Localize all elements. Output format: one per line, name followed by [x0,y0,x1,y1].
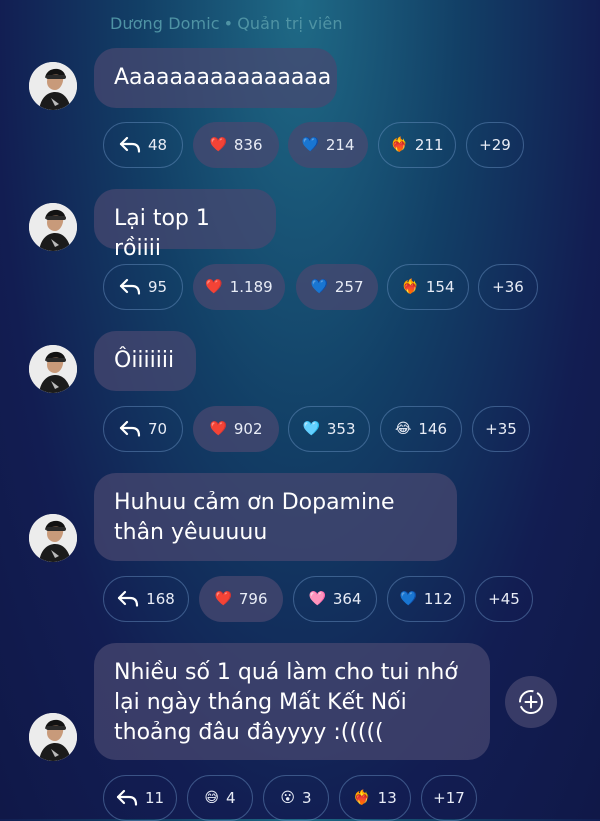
heart-on-fire-icon: ❤️‍🔥 [390,137,408,153]
avatar[interactable] [29,514,77,562]
reaction-count: 154 [425,278,455,296]
reaction-chip[interactable]: ❤️‍🔥 211 [378,122,456,168]
tears-of-joy-icon: 😂 [395,421,412,437]
reaction-chip[interactable]: ❤️ 902 [193,406,279,452]
sender-header: Dương Domic • Quản trị viên [110,14,343,33]
reaction-chip[interactable]: 💙 112 [387,576,465,622]
reply-count-chip[interactable]: 95 [103,264,183,310]
message-bubble[interactable]: Ôiiiiiii [94,331,196,391]
reaction-count: 13 [377,789,397,807]
reaction-chip[interactable]: 🩵 353 [288,406,370,452]
reaction-chip[interactable]: ❤️‍🔥 13 [339,775,411,821]
reaction-chip[interactable]: ❤️ 1.189 [193,264,285,310]
reply-icon [116,789,138,807]
pink-heart-icon: 🩷 [308,591,326,607]
reply-count-chip[interactable]: 11 [103,775,177,821]
add-reaction-button[interactable] [505,676,557,728]
reaction-chip[interactable]: 😮 3 [263,775,329,821]
reaction-count: 902 [233,420,263,438]
reaction-count: 257 [334,278,364,296]
heart-on-fire-icon: ❤️‍🔥 [353,790,371,806]
more-reactions-chip[interactable]: +29 [466,122,524,168]
reply-icon [119,136,141,154]
reaction-count: 211 [414,136,444,154]
heart-on-fire-icon: ❤️‍🔥 [401,279,419,295]
reaction-count: 1.189 [229,278,273,296]
avatar[interactable] [29,62,77,110]
blue-heart-icon: 💙 [301,137,319,153]
reaction-chip[interactable]: 😅 4 [187,775,253,821]
reply-count: 11 [144,789,165,807]
reaction-count: 112 [423,590,453,608]
more-reactions-chip[interactable]: +17 [421,775,477,821]
reply-count: 95 [147,278,168,296]
reaction-chip[interactable]: 🩷 364 [293,576,377,622]
blue-heart-icon: 💙 [399,591,417,607]
reply-icon [119,420,141,438]
blue-heart-icon: 💙 [310,279,328,295]
more-reactions-chip[interactable]: +36 [478,264,538,310]
reply-count: 168 [146,590,175,608]
reaction-count: 364 [332,590,362,608]
reaction-chip[interactable]: ❤️ 796 [199,576,283,622]
sender-name: Dương Domic [110,14,220,33]
more-reactions-chip[interactable]: +35 [472,406,530,452]
avatar[interactable] [29,203,77,251]
reply-icon [119,278,141,296]
reply-count: 70 [147,420,168,438]
reaction-chip[interactable]: 💙 257 [296,264,378,310]
reply-count: 48 [147,136,168,154]
reaction-count: 353 [326,420,356,438]
red-heart-icon: ❤️ [214,591,232,607]
reaction-count: 146 [418,420,447,438]
reply-count-chip[interactable]: 168 [103,576,189,622]
reaction-count: 836 [233,136,263,154]
reply-icon [117,590,139,608]
reaction-count: 214 [325,136,355,154]
red-heart-icon: ❤️ [205,279,223,295]
add-reaction-icon [519,690,543,714]
message-bubble[interactable]: Huhuu cảm ơn Dopamine thân yêuuuuu [94,473,457,561]
header-separator: • [223,14,234,33]
reaction-chip[interactable]: 😂 146 [380,406,462,452]
red-heart-icon: ❤️ [209,137,227,153]
grinning-sweat-icon: 😅 [204,790,220,806]
red-heart-icon: ❤️ [209,421,227,437]
message-bubble[interactable]: Aaaaaaaaaaaaaaaa [94,48,337,108]
message-bubble[interactable]: Nhiều số 1 quá làm cho tui nhớ lại ngày … [94,643,490,760]
surprised-face-icon: 😮 [280,790,296,806]
reaction-count: 796 [238,590,268,608]
reply-count-chip[interactable]: 70 [103,406,183,452]
reaction-count: 4 [226,789,236,807]
reaction-chip[interactable]: ❤️ 836 [193,122,279,168]
avatar[interactable] [29,713,77,761]
reaction-chip[interactable]: 💙 214 [288,122,368,168]
reply-count-chip[interactable]: 48 [103,122,183,168]
message-bubble[interactable]: Lại top 1 rồiiii [94,189,276,261]
light-blue-heart-icon: 🩵 [302,421,320,437]
reaction-count: 3 [302,789,312,807]
avatar[interactable] [29,345,77,393]
reaction-chip[interactable]: ❤️‍🔥 154 [387,264,469,310]
sender-role: Quản trị viên [237,14,343,33]
more-reactions-chip[interactable]: +45 [475,576,533,622]
